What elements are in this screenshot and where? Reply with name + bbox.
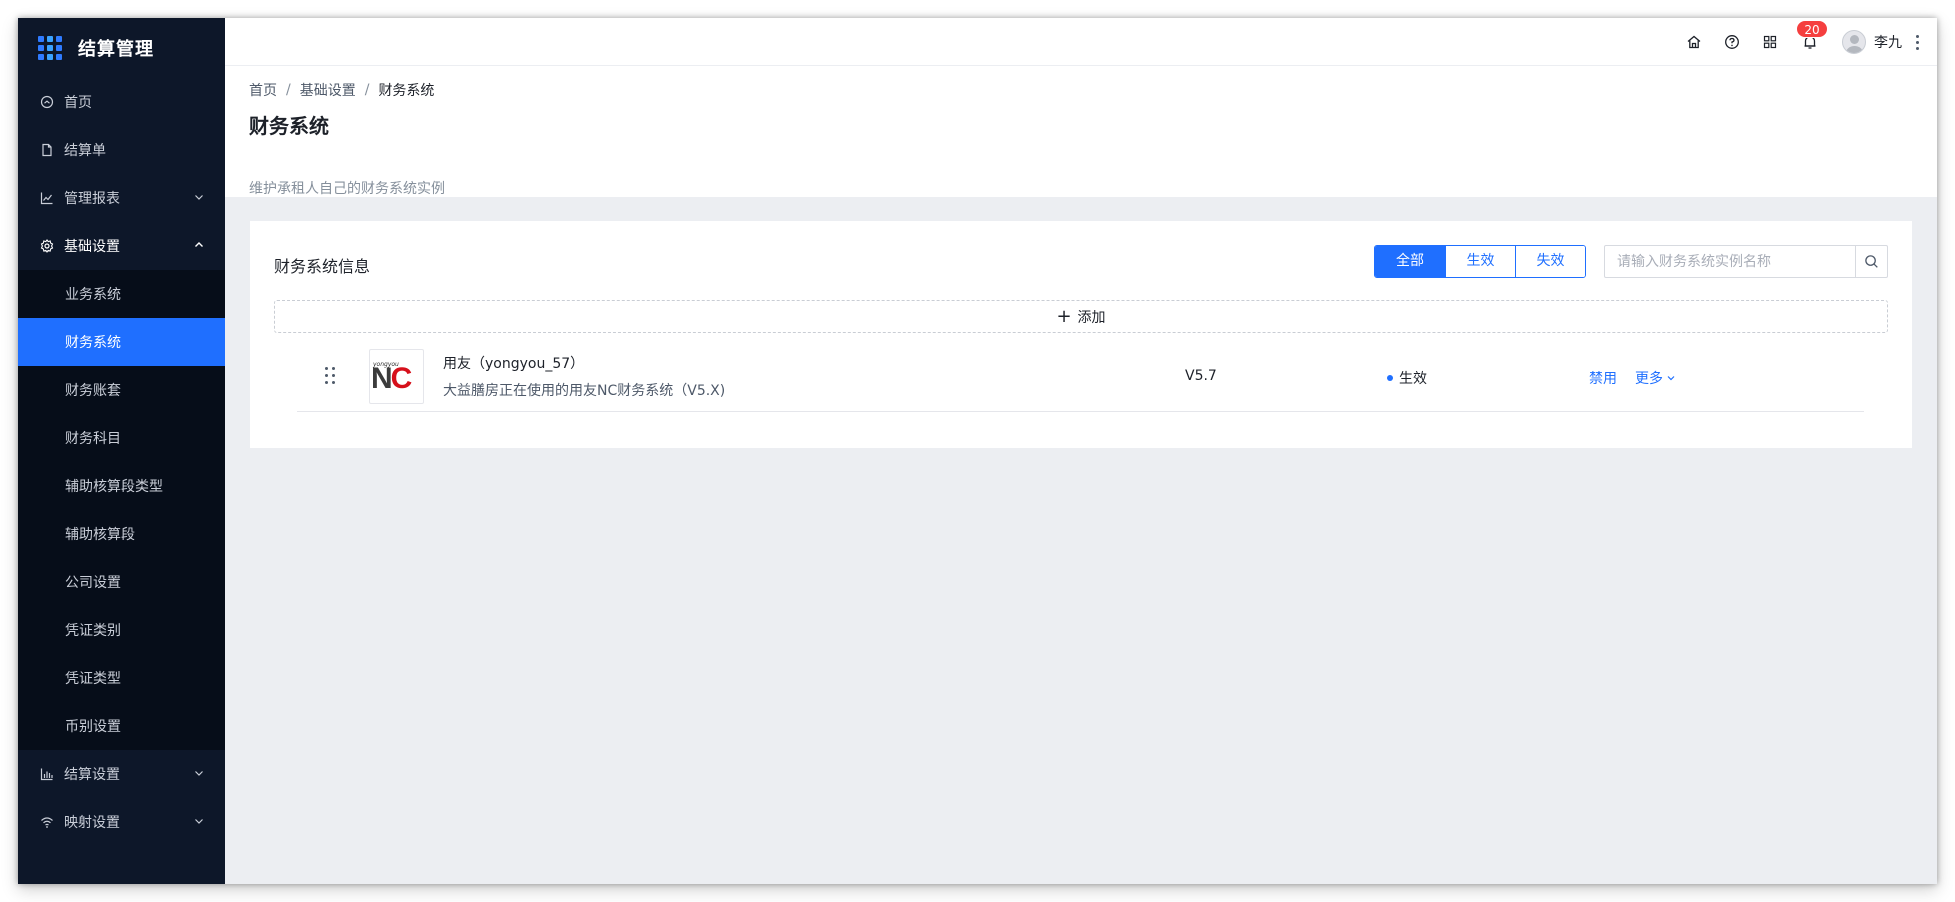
search-icon: [1865, 255, 1878, 268]
drag-handle-icon[interactable]: [325, 367, 335, 385]
table-row: yongyou NC 用友（yongyou_57） 大益膳房正在使用的用友NC财…: [297, 341, 1864, 412]
system-name: 用友（yongyou_57）: [443, 356, 585, 372]
app-grid-icon: [38, 36, 62, 60]
page-description: 维护承租人自己的财务系统实例: [249, 181, 445, 197]
sidebar-item-settlement-settings[interactable]: 结算设置: [18, 750, 225, 798]
sidebar-item-label: 结算设置: [64, 767, 120, 783]
sidebar-item-currency-settings[interactable]: 币别设置: [18, 702, 225, 750]
system-description: 大益膳房正在使用的用友NC财务系统（V5.X): [443, 383, 726, 399]
top-bar-actions: 20 李九: [1664, 18, 1919, 66]
row-actions: 禁用 更多: [1589, 368, 1676, 388]
chevron-down-icon: [195, 771, 203, 776]
sidebar-item-finance-system[interactable]: 财务系统: [18, 318, 225, 366]
bar-chart-icon: [40, 767, 54, 781]
sidebar-item-business-system[interactable]: 业务系统: [18, 270, 225, 318]
chevron-down-icon: [195, 195, 203, 200]
sidebar: 结算管理 首页 结算单 管理报表 基础设置 业务系统 财务系统 财务账套 财务科…: [18, 18, 225, 884]
chevron-down-icon: [1667, 376, 1675, 381]
breadcrumb-separator: /: [286, 82, 291, 98]
disable-button[interactable]: 禁用: [1589, 368, 1617, 388]
search-input[interactable]: [1605, 246, 1855, 277]
sidebar-item-home[interactable]: 首页: [18, 78, 225, 126]
add-label: 添加: [1077, 309, 1106, 326]
sidebar-item-mapping-settings[interactable]: 映射设置: [18, 798, 225, 846]
sidebar-item-label: 管理报表: [64, 191, 120, 207]
sidebar-item-voucher-type[interactable]: 凭证类型: [18, 654, 225, 702]
top-bar: 20 李九: [225, 18, 1937, 66]
breadcrumb-home[interactable]: 首页: [249, 80, 277, 100]
breadcrumb-separator: /: [364, 82, 370, 98]
sidebar-item-settlement[interactable]: 结算单: [18, 126, 225, 174]
page-title: 财务系统: [249, 114, 329, 138]
sidebar-item-reports[interactable]: 管理报表: [18, 174, 225, 222]
more-vertical-icon[interactable]: [1916, 34, 1919, 50]
status-dot-icon: [1387, 375, 1393, 381]
bell-icon[interactable]: 20: [1796, 20, 1828, 50]
chevron-down-icon: [195, 819, 203, 824]
more-dropdown[interactable]: 更多: [1635, 368, 1676, 388]
plus-icon: +: [1056, 305, 1072, 327]
avatar: [1842, 30, 1866, 54]
dashboard-icon: [40, 95, 54, 109]
file-icon: [40, 143, 54, 157]
status-badge: 生效: [1387, 368, 1427, 388]
apps-icon[interactable]: [1762, 34, 1778, 50]
home-icon[interactable]: [1686, 34, 1702, 50]
breadcrumb-basic-settings[interactable]: 基础设置: [300, 80, 356, 100]
line-chart-icon: [40, 191, 54, 205]
yonyou-nc-logo: yongyou NC: [369, 349, 424, 404]
status-text: 生效: [1399, 371, 1427, 387]
user-menu[interactable]: 李九: [1842, 30, 1902, 54]
sidebar-item-label: 映射设置: [64, 815, 120, 831]
logo-nc-text: NC: [371, 362, 412, 395]
sidebar-item-label: 基础设置: [64, 239, 120, 255]
wifi-icon: [40, 815, 54, 829]
sidebar-item-label: 首页: [64, 95, 92, 111]
sidebar-item-aux-segment-type[interactable]: 辅助核算段类型: [18, 462, 225, 510]
breadcrumb: 首页 / 基础设置 / 财务系统: [249, 80, 434, 100]
app-title: 结算管理: [78, 39, 154, 60]
more-label: 更多: [1635, 371, 1663, 387]
filter-all-button[interactable]: 全部: [1375, 246, 1445, 277]
sidebar-item-company-settings[interactable]: 公司设置: [18, 558, 225, 606]
help-icon[interactable]: [1724, 34, 1740, 50]
sidebar-item-voucher-category[interactable]: 凭证类别: [18, 606, 225, 654]
gear-icon: [40, 239, 54, 253]
card-title: 财务系统信息: [274, 257, 371, 276]
app-window: 结算管理 首页 结算单 管理报表 基础设置 业务系统 财务系统 财务账套 财务科…: [18, 18, 1937, 884]
sidebar-item-basic-settings[interactable]: 基础设置: [18, 222, 225, 270]
brand: 结算管理: [18, 18, 225, 78]
filter-active-button[interactable]: 生效: [1445, 246, 1515, 277]
user-name: 李九: [1874, 35, 1902, 51]
finance-system-card: 财务系统信息 全部 生效 失效 + 添加 yongyou NC 用友（yongy…: [250, 221, 1912, 448]
filter-inactive-button[interactable]: 失效: [1515, 246, 1585, 277]
basic-settings-submenu: 业务系统 财务系统 财务账套 财务科目 辅助核算段类型 辅助核算段 公司设置 凭…: [18, 270, 225, 750]
search-box: [1604, 245, 1888, 278]
breadcrumb-current: 财务系统: [378, 83, 435, 99]
page-header: 首页 / 基础设置 / 财务系统 财务系统 维护承租人自己的财务系统实例: [225, 66, 1937, 197]
add-button[interactable]: + 添加: [274, 300, 1888, 333]
status-filter: 全部 生效 失效: [1374, 245, 1586, 278]
sidebar-item-aux-segment[interactable]: 辅助核算段: [18, 510, 225, 558]
sidebar-item-finance-ledger[interactable]: 财务账套: [18, 366, 225, 414]
sidebar-item-label: 结算单: [64, 143, 106, 159]
notification-badge: 20: [1796, 20, 1828, 38]
chevron-up-icon: [195, 242, 203, 247]
search-button[interactable]: [1855, 246, 1887, 277]
sidebar-item-finance-account[interactable]: 财务科目: [18, 414, 225, 462]
system-version: V5.7: [1185, 368, 1217, 384]
